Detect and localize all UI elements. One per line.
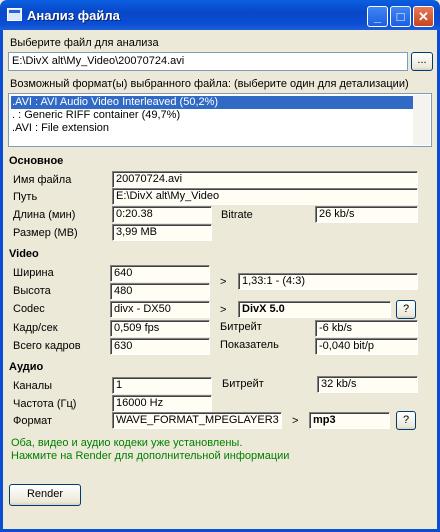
video-bitrate-value: -6 kb/s bbox=[315, 320, 418, 337]
analysis-window: Анализ файла _ □ ✕ Выберите файл для ана… bbox=[0, 0, 440, 532]
codec-help-button[interactable]: ? bbox=[396, 300, 416, 319]
frequency-label: Частота (Гц) bbox=[13, 398, 77, 410]
fps-label: Кадр/сек bbox=[13, 322, 58, 334]
width-label: Ширина bbox=[13, 267, 54, 279]
formats-label: Возможный формат(ы) выбранного файла: (в… bbox=[10, 78, 409, 90]
formats-list[interactable]: .AVI : AVI Audio Video Interleaved (50,2… bbox=[8, 93, 432, 147]
formats-scrollbar[interactable] bbox=[413, 95, 430, 145]
aspect-value: 1,33:1 - (4:3) bbox=[238, 273, 418, 290]
width-value: 640 bbox=[110, 265, 210, 282]
index-value: -0,040 bit/p bbox=[315, 338, 418, 355]
codec-name-value: DivX 5.0 bbox=[238, 301, 391, 318]
video-bitrate-label: Битрейт bbox=[220, 321, 262, 333]
audio-format-label: Формат bbox=[13, 415, 53, 427]
channels-label: Каналы bbox=[13, 380, 53, 392]
path-value: E:\DivX alt\My_Video bbox=[112, 188, 418, 205]
format-item-extension[interactable]: .AVI : File extension bbox=[11, 122, 414, 135]
render-button[interactable]: Render bbox=[9, 484, 81, 506]
size-value: 3,99 MB bbox=[112, 224, 212, 241]
audio-bitrate-label: Битрейт bbox=[222, 378, 264, 390]
duration-value: 0:20.38 bbox=[112, 206, 212, 223]
codec-label: Codec bbox=[13, 303, 45, 315]
channels-value: 1 bbox=[112, 377, 212, 394]
frequency-value: 16000 Hz bbox=[112, 395, 212, 412]
format-item-riff[interactable]: . : Generic RIFF container (49,7%) bbox=[11, 109, 414, 122]
status-line-2: Нажмите на Render для дополнительной инф… bbox=[11, 450, 290, 462]
maximize-button[interactable]: □ bbox=[390, 6, 411, 27]
frames-value: 630 bbox=[110, 338, 210, 355]
minimize-button[interactable]: _ bbox=[367, 6, 388, 27]
size-label: Размер (MB) bbox=[13, 227, 78, 239]
audio-header: Аудио bbox=[9, 361, 44, 373]
fps-value: 0,509 fps bbox=[110, 320, 210, 337]
file-name-value: 20070724.avi bbox=[112, 171, 418, 188]
close-button[interactable]: ✕ bbox=[413, 6, 434, 27]
general-bitrate-label: Bitrate bbox=[221, 209, 253, 221]
window-title: Анализ файла bbox=[27, 8, 120, 23]
audio-format-value: WAVE_FORMAT_MPEGLAYER3 bbox=[112, 412, 282, 429]
general-bitrate-value: 26 kb/s bbox=[315, 206, 418, 223]
status-line-1: Оба, видео и аудио кодеки уже установлен… bbox=[11, 437, 243, 449]
window-icon bbox=[7, 8, 22, 21]
format-item-avi[interactable]: .AVI : AVI Audio Video Interleaved (50,2… bbox=[11, 96, 414, 109]
path-label: Путь bbox=[13, 191, 38, 203]
index-label: Показатель bbox=[220, 339, 279, 351]
duration-label: Длина (мин) bbox=[13, 209, 76, 221]
file-path-input[interactable]: E:\DivX alt\My_Video\20070724.avi bbox=[8, 52, 408, 71]
aspect-arrow: > bbox=[220, 276, 227, 288]
audio-format-name-value: mp3 bbox=[309, 412, 390, 429]
browse-button[interactable]: ... bbox=[411, 52, 433, 71]
audio-bitrate-value: 32 kb/s bbox=[317, 376, 418, 393]
codec-arrow: > bbox=[220, 304, 227, 316]
audio-help-button[interactable]: ? bbox=[396, 411, 416, 430]
height-value: 480 bbox=[110, 283, 210, 300]
file-name-label: Имя файла bbox=[13, 174, 72, 186]
title-bar[interactable]: Анализ файла _ □ ✕ bbox=[0, 0, 440, 30]
frames-label: Всего кадров bbox=[13, 340, 81, 352]
audio-format-arrow: > bbox=[292, 415, 299, 427]
general-header: Основное bbox=[9, 155, 64, 167]
window-border-left bbox=[0, 30, 3, 532]
codec-value: divx - DX50 bbox=[110, 301, 210, 318]
video-header: Video bbox=[9, 248, 39, 260]
height-label: Высота bbox=[13, 285, 51, 297]
file-select-label: Выберите файл для анализа bbox=[10, 37, 159, 49]
